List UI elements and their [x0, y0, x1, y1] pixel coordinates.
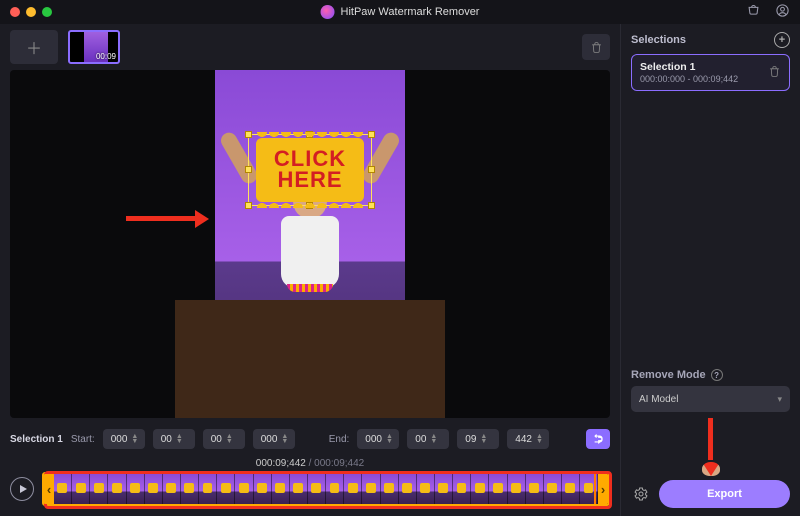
delete-selection-icon[interactable] [768, 65, 781, 81]
end-seconds-stepper[interactable]: 09▲▼ [457, 429, 499, 449]
delete-clip-button[interactable] [582, 34, 610, 60]
timeline-frame [526, 474, 544, 504]
remove-mode-label: Remove Mode ? [631, 369, 790, 381]
titlebar: HitPaw Watermark Remover [0, 0, 800, 24]
media-clip-thumb[interactable]: 00:09 [68, 30, 120, 64]
selection-time-controls: Selection 1 Start: 000▲▼ 00▲▼ 00▲▼ 000▲▼… [10, 424, 610, 454]
timeline-frame [217, 474, 235, 504]
remove-mode-value: AI Model [639, 394, 678, 405]
timeline-frame [254, 474, 272, 504]
export-button[interactable]: Export [659, 480, 790, 508]
export-settings-button[interactable] [631, 484, 651, 504]
timeline-frame [90, 474, 108, 504]
timeline-frame [381, 474, 399, 504]
timeline-frame [272, 474, 290, 504]
account-icon[interactable] [775, 3, 790, 21]
timeline-frame [453, 474, 471, 504]
window-traffic-lights [10, 7, 52, 17]
timeline-frame [544, 474, 562, 504]
timeline-frame [290, 474, 308, 504]
selection-card-range: 000:00:000 - 000:09;442 [640, 74, 738, 84]
timeline-frame [108, 474, 126, 504]
app-title: HitPaw Watermark Remover [321, 5, 480, 19]
start-ms-stepper[interactable]: 000▲▼ [253, 429, 295, 449]
close-window-icon[interactable] [10, 7, 20, 17]
cart-icon[interactable] [746, 3, 761, 21]
selection-card-name: Selection 1 [640, 61, 738, 73]
media-bar: ＋ 00:09 [0, 24, 620, 70]
end-minutes-stepper[interactable]: 00▲▼ [407, 429, 449, 449]
timeline-frame [235, 474, 253, 504]
trim-handle-left[interactable]: ‹ [44, 474, 54, 504]
app-title-text: HitPaw Watermark Remover [341, 6, 480, 18]
timeline-frame [362, 474, 380, 504]
play-button[interactable] [10, 477, 34, 501]
timeline-frame [127, 474, 145, 504]
timeline-frame [489, 474, 507, 504]
app-logo-icon [321, 5, 335, 19]
watermark-sign: CLICKHERE [250, 132, 370, 208]
end-ms-stepper[interactable]: 442▲▼ [507, 429, 549, 449]
chevron-down-icon: ▾ [777, 394, 782, 405]
annotation-arrow-down-icon [631, 418, 790, 476]
start-label: Start: [71, 434, 95, 445]
timeline-frame [471, 474, 489, 504]
time-readout: 000:09;442 / 000:09;442 [10, 458, 610, 469]
start-hours-stepper[interactable]: 000▲▼ [103, 429, 145, 449]
start-seconds-stepper[interactable]: 00▲▼ [203, 429, 245, 449]
timeline-frame [199, 474, 217, 504]
timeline-frame [344, 474, 362, 504]
timeline-track[interactable]: ‹ › [42, 472, 610, 506]
video-frame: CLICKHERE [215, 70, 405, 418]
start-minutes-stepper[interactable]: 00▲▼ [153, 429, 195, 449]
remove-mode-dropdown[interactable]: AI Model ▾ [631, 386, 790, 412]
annotation-arrow-icon [126, 216, 196, 221]
fullscreen-window-icon[interactable] [42, 7, 52, 17]
loop-selection-button[interactable] [586, 429, 610, 449]
timeline-frame [54, 474, 72, 504]
clip-duration: 00:09 [96, 52, 116, 61]
timeline-area: 000:09;442 / 000:09;442 ‹ › [10, 458, 610, 506]
timeline-frame [508, 474, 526, 504]
end-hours-stepper[interactable]: 000▲▼ [357, 429, 399, 449]
playhead[interactable] [594, 472, 596, 506]
timeline-frame [435, 474, 453, 504]
timeline-frame [72, 474, 90, 504]
timeline-frame [562, 474, 580, 504]
selection-name-label: Selection 1 [10, 434, 63, 445]
timeline-frame [145, 474, 163, 504]
add-media-button[interactable]: ＋ [10, 30, 58, 64]
timeline-frame [326, 474, 344, 504]
side-panel: Selections + Selection 1 000:00:000 - 00… [620, 24, 800, 516]
selection-card[interactable]: Selection 1 000:00:000 - 000:09;442 [631, 54, 790, 91]
minimize-window-icon[interactable] [26, 7, 36, 17]
timeline-frame [181, 474, 199, 504]
selections-heading: Selections [631, 34, 686, 46]
end-label: End: [329, 434, 350, 445]
add-selection-button[interactable]: + [774, 32, 790, 48]
timeline-frame [417, 474, 435, 504]
timeline-frame [308, 474, 326, 504]
trim-handle-right[interactable]: › [598, 474, 608, 504]
help-icon[interactable]: ? [711, 369, 723, 381]
timeline-frame [163, 474, 181, 504]
timeline-frame [399, 474, 417, 504]
video-preview[interactable]: CLICKHERE [10, 70, 610, 418]
